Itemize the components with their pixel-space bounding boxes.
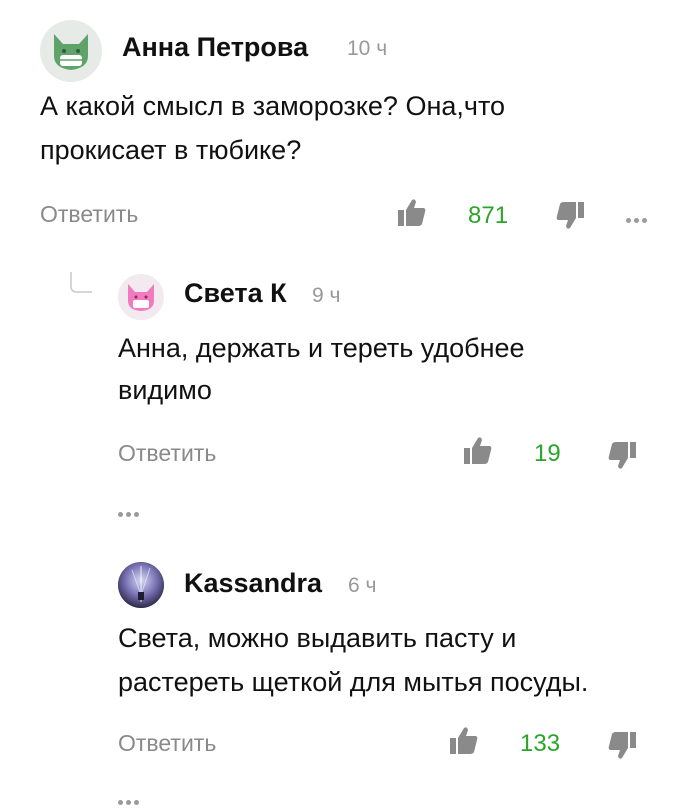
comment: Света К 9 ч Анна, держать и тереть удобн… <box>0 250 700 520</box>
like-button[interactable] <box>462 434 494 471</box>
comment-text-line: прокисает в тюбике? <box>40 135 302 165</box>
author-avatar[interactable] <box>40 20 102 82</box>
author-name[interactable]: Света К <box>184 278 287 309</box>
more-options-button[interactable] <box>118 504 142 522</box>
reply-button[interactable]: Ответить <box>40 201 138 228</box>
reply-thread-hook-icon <box>70 272 92 293</box>
thumbs-up-icon <box>464 437 492 464</box>
comment-text-line: Анна, держать и тереть удобнее <box>118 333 525 363</box>
comment: Анна Петрова 10 ч А какой смысл в заморо… <box>0 0 700 250</box>
comment-text-line: видимо <box>118 375 212 405</box>
thumbs-down-icon <box>608 442 636 469</box>
author-name[interactable]: Анна Петрова <box>122 32 308 63</box>
thumbs-up-icon <box>398 199 426 226</box>
author-avatar[interactable] <box>118 562 164 608</box>
reply-button[interactable]: Ответить <box>118 440 216 467</box>
comment-time: 6 ч <box>348 574 377 597</box>
like-count: 133 <box>520 730 561 757</box>
dislike-button[interactable] <box>554 200 586 237</box>
comment-time: 9 ч <box>312 284 341 307</box>
dislike-button[interactable] <box>606 730 638 767</box>
more-options-button[interactable] <box>626 210 650 228</box>
like-button[interactable] <box>448 724 480 761</box>
like-count: 19 <box>534 440 561 467</box>
thumbs-down-icon <box>608 732 636 759</box>
comment-text-line: растереть щеткой для мытья посуды. <box>118 667 589 697</box>
comment-text-line: А какой смысл в заморозке? Она,что <box>40 91 506 121</box>
comment-time: 10 ч <box>347 37 388 60</box>
like-count: 871 <box>468 202 509 229</box>
photo-avatar-icon <box>118 562 164 608</box>
thumbs-down-icon <box>556 202 584 229</box>
dislike-button[interactable] <box>606 440 638 477</box>
author-name[interactable]: Kassandra <box>184 568 322 599</box>
comment-text-line: Света, можно выдавить пасту и <box>118 623 517 653</box>
fox-avatar-pink-icon <box>118 274 164 320</box>
comment: Kassandra 6 ч Света, можно выдавить паст… <box>0 540 700 805</box>
thumbs-up-icon <box>450 727 478 754</box>
more-options-button[interactable] <box>118 792 142 810</box>
fox-avatar-green-icon <box>40 20 102 82</box>
like-button[interactable] <box>396 196 428 233</box>
reply-button[interactable]: Ответить <box>118 730 216 757</box>
author-avatar[interactable] <box>118 274 164 320</box>
